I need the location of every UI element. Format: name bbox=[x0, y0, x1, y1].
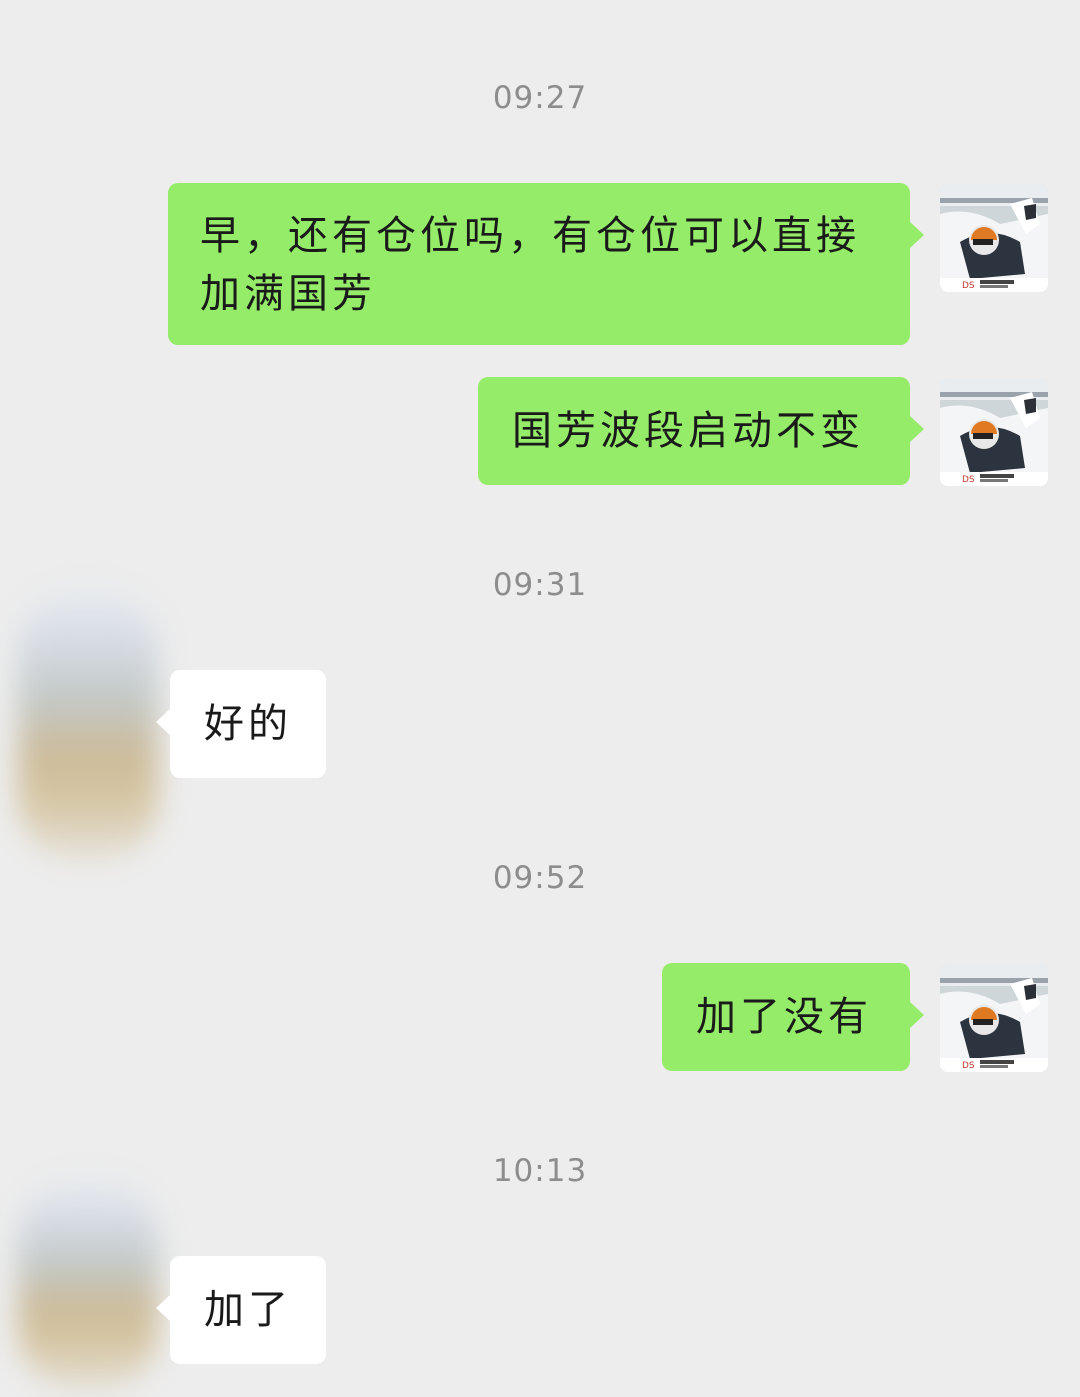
timestamp: 09:31 bbox=[492, 567, 588, 603]
my-avatar[interactable]: DS bbox=[940, 964, 1048, 1072]
svg-text:DS: DS bbox=[962, 281, 975, 291]
svg-text:DS: DS bbox=[962, 475, 975, 485]
message-bubble-incoming[interactable]: 加了 bbox=[156, 1256, 326, 1364]
message-bubble-incoming[interactable]: 好的 bbox=[156, 670, 326, 778]
timestamp: 09:52 bbox=[492, 860, 588, 896]
racing-driver-avatar-icon: DS bbox=[940, 964, 1048, 1072]
message-text: 国芳波段启动不变 bbox=[512, 408, 864, 454]
svg-text:DS: DS bbox=[962, 1061, 975, 1071]
my-avatar[interactable]: DS bbox=[940, 184, 1048, 292]
timestamp: 10:13 bbox=[492, 1153, 588, 1189]
contact-avatar[interactable] bbox=[18, 1180, 158, 1390]
my-avatar[interactable]: DS bbox=[940, 378, 1048, 486]
message-text: 加了 bbox=[204, 1287, 292, 1333]
timestamp: 09:27 bbox=[492, 80, 588, 116]
message-bubble-outgoing[interactable]: 加了没有 bbox=[662, 963, 924, 1071]
message-text: 好的 bbox=[204, 701, 292, 747]
message-text: 加了没有 bbox=[696, 994, 872, 1040]
message-text: 早，还有仓位吗，有仓位可以直接加满国芳 bbox=[200, 213, 860, 317]
contact-avatar[interactable] bbox=[18, 590, 158, 860]
message-bubble-outgoing[interactable]: 国芳波段启动不变 bbox=[478, 377, 924, 485]
racing-driver-avatar-icon: DS bbox=[940, 184, 1048, 292]
racing-driver-avatar-icon: DS bbox=[940, 378, 1048, 486]
message-bubble-outgoing[interactable]: 早，还有仓位吗，有仓位可以直接加满国芳 bbox=[168, 183, 924, 345]
